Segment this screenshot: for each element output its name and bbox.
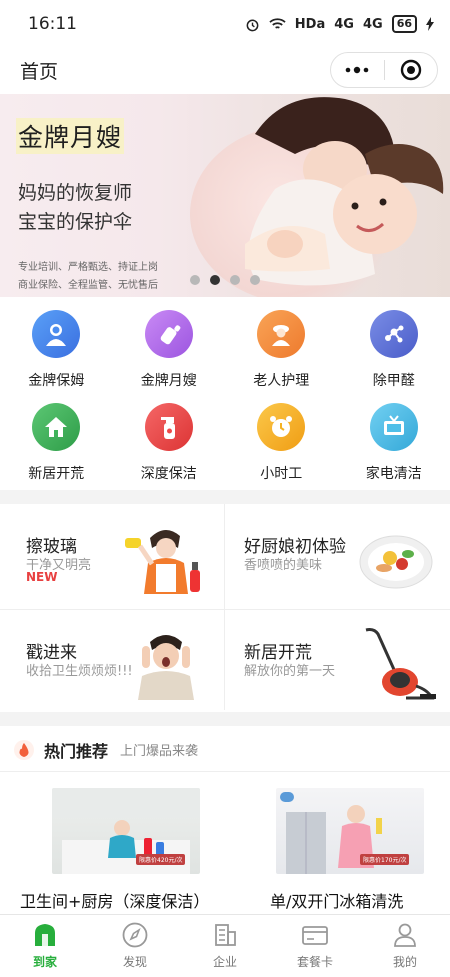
service-label: 小时工 [260,466,303,482]
hot-section-header: 热门推荐 上门爆品来袭 [0,728,450,772]
miniapp-capsule [330,52,438,88]
banner-carousel[interactable]: 金牌月嫂 妈妈的恢复师 宝宝的保护伞 专业培训、严格甄选、持证上岗 商业保险、全… [0,94,450,297]
product-name[interactable]: 卫生间+厨房（深度保洁） [20,888,209,912]
mother-baby-illustration [245,97,444,286]
network-label: HDa [294,16,326,32]
tab-label: 套餐卡 [296,955,333,969]
banner-line-1: 妈妈的恢复师 [18,182,133,204]
promo-click-in[interactable]: 戳进来 收拾卫生烦烦烦!!! [0,610,224,713]
alarm-clock-icon [257,403,306,451]
building-icon [215,924,236,946]
elderly-care-icon [257,310,306,358]
user-icon [394,923,416,947]
dish-icon [359,535,433,589]
tab-discover[interactable]: 发现 [90,915,180,977]
product-image-fridge[interactable]: 限惠价170元/次 [276,788,424,874]
tab-mine[interactable]: 我的 [360,915,450,977]
service-nanny[interactable]: 金牌保姆 [0,302,113,395]
spray-bottle-icon [144,403,193,451]
battery-icon: 66 [391,15,417,33]
wifi-icon [269,18,286,29]
card-icon [302,926,328,945]
carousel-dot[interactable] [190,275,200,285]
target-close-icon [400,59,421,81]
service-label: 新居开荒 [28,466,85,482]
frustrated-man-icon [138,635,194,700]
service-deep-cleaning[interactable]: 深度保洁 [113,395,226,488]
molecule-icon [369,310,418,358]
status-bar: 16:11 HDa 4G 4G 66 [0,0,450,48]
banner-headline: 金牌月嫂 [16,118,125,154]
baby-bottle-icon [144,310,193,358]
banner-line-2: 宝宝的保护伞 [18,211,133,233]
fire-icon [14,739,34,760]
service-label: 深度保洁 [140,466,197,482]
promo-divider-v [224,504,225,710]
tab-label: 发现 [122,955,147,969]
promo-grid: 擦玻璃 干净又明亮 NEW 好厨娘初体验 香喷喷的美味 戳进来 收拾卫生烦烦烦!… [0,504,450,710]
navbar: 首页 [0,48,450,92]
tab-label: 到家 [32,955,57,969]
house-icon [32,403,81,451]
promo-subtitle: 解放你的第一天 [244,664,336,679]
home-icon [35,924,55,946]
close-button[interactable] [385,53,438,87]
new-badge: NEW [26,570,58,584]
vacuum-cleaner-icon [365,628,436,700]
service-grid: 金牌保姆 金牌月嫂 老人护理 除甲醛 新居开荒 深度保洁 小时工 家电清洁 [0,302,450,488]
product-price-tag: 限惠价170元/次 [360,854,410,865]
alarm-icon [246,19,259,31]
product-price-tag: 限惠价420元/次 [136,854,186,865]
service-label: 金牌保姆 [28,373,85,389]
promo-new-home[interactable]: 新居开荒 解放你的第一天 [226,610,450,713]
carousel-dot[interactable] [250,275,260,285]
carousel-dots [190,275,260,285]
signal-2: 4G [362,16,383,32]
service-label: 金牌月嫂 [140,373,197,389]
product-name[interactable]: 单/双开门冰箱清洗 [270,888,403,912]
status-icons: HDa 4G 4G 66 [245,15,434,33]
service-confinement-nurse[interactable]: 金牌月嫂 [113,302,226,395]
banner-small-2: 商业保险、全程监管、无忧售后 [18,280,158,291]
section-divider [0,490,450,504]
window-cleaning-icon [125,529,200,594]
service-new-home-cleaning[interactable]: 新居开荒 [0,395,113,488]
tv-icon [369,403,418,451]
compass-icon [122,922,148,948]
service-appliance-cleaning[interactable]: 家电清洁 [338,395,450,488]
signal-1: 4G [334,16,354,32]
service-formaldehyde[interactable]: 除甲醛 [338,302,450,395]
bottom-tab-bar: 到家 发现 企业 套餐卡 我的 [0,914,450,977]
service-label: 老人护理 [253,373,310,389]
carousel-dot[interactable] [230,275,240,285]
page-title: 首页 [20,60,59,83]
tab-label: 企业 [212,955,237,969]
more-button[interactable] [331,53,384,87]
service-label: 除甲醛 [372,373,415,389]
status-time: 16:11 [28,14,77,34]
service-label: 家电清洁 [365,466,422,482]
tab-label: 我的 [392,955,417,969]
hot-title: 热门推荐 [44,741,109,761]
charging-icon [426,17,434,31]
tab-package-card[interactable]: 套餐卡 [270,915,360,977]
promo-subtitle: 收拾卫生烦烦烦!!! [26,664,133,679]
section-divider [0,712,450,726]
carousel-dot[interactable] [210,275,220,285]
service-hourly-worker[interactable]: 小时工 [225,395,338,488]
nanny-icon [32,310,81,358]
promo-window-cleaning[interactable]: 擦玻璃 干净又明亮 NEW [0,504,224,607]
hot-subtitle: 上门爆品来袭 [120,744,199,759]
tab-home[interactable]: 到家 [0,915,90,977]
promo-subtitle: 香喷喷的美味 [244,558,323,573]
promo-cooking[interactable]: 好厨娘初体验 香喷喷的美味 [226,504,450,607]
product-image-kitchen[interactable]: 限惠价420元/次 [52,788,200,874]
tab-enterprise[interactable]: 企业 [180,915,270,977]
more-dots-icon [345,66,369,74]
service-elderly-care[interactable]: 老人护理 [225,302,338,395]
banner-small-1: 专业培训、严格甄选、持证上岗 [18,262,158,273]
